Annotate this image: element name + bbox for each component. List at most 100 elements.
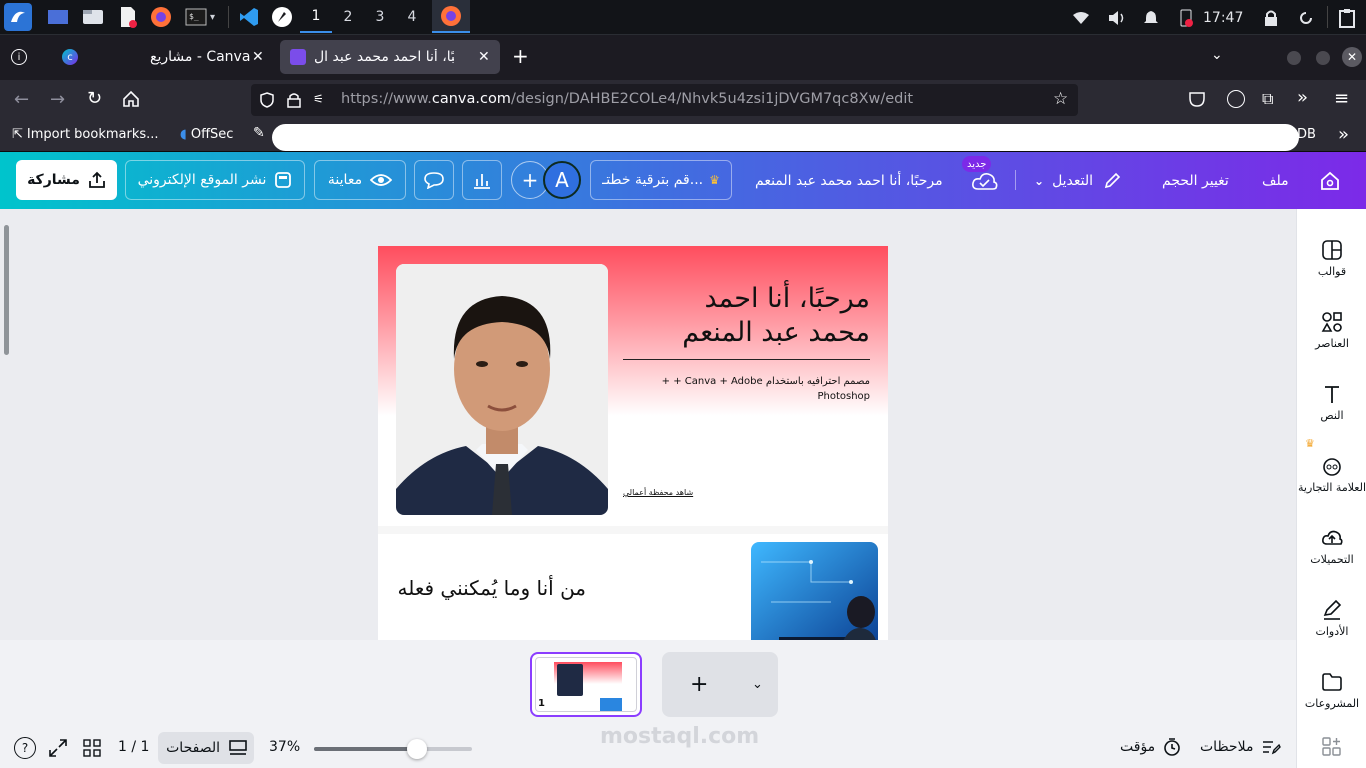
url-bar[interactable]: ⚟ https://www.canva.com/design/DAHBE2COL… <box>251 84 1078 116</box>
upgrade-plan-button[interactable]: قم بترقية خطتـ... ♛ <box>590 160 732 200</box>
side-item-text[interactable]: النص <box>1297 369 1366 435</box>
permissions-icon[interactable]: ⚟ <box>313 92 324 106</box>
account-icon[interactable] <box>1227 90 1245 108</box>
chevron-down-icon[interactable]: ▾ <box>210 12 215 23</box>
zoom-slider-thumb[interactable] <box>407 739 427 759</box>
clock[interactable]: 17:47 <box>1203 0 1243 35</box>
reload-icon[interactable]: ↻ <box>87 88 102 109</box>
forward-icon[interactable]: → <box>50 89 65 110</box>
bookmarks-bar: ⇱ Import bookmarks... ◖ OffSec ✎ DB » <box>0 120 1366 152</box>
chevron-down-icon[interactable]: ⌄ <box>752 677 763 692</box>
share-button[interactable]: مشاركة <box>16 160 117 200</box>
insights-button[interactable] <box>462 160 502 200</box>
divider <box>1327 6 1328 28</box>
zoom-percentage[interactable]: 37% <box>269 739 300 755</box>
more-tools-icon[interactable]: » <box>1297 87 1308 108</box>
cloud-saved-icon[interactable] <box>971 171 999 193</box>
pages-button[interactable]: الصفحات <box>158 732 254 764</box>
back-icon[interactable]: ← <box>14 89 29 110</box>
browser-compass-icon[interactable] <box>270 5 294 29</box>
tech-image[interactable] <box>751 542 878 640</box>
side-item-projects[interactable]: المشروعات <box>1297 657 1366 723</box>
workspace-2[interactable]: 2 <box>332 0 364 33</box>
profile-photo[interactable] <box>396 264 608 515</box>
vertical-scrollbar[interactable] <box>4 225 9 355</box>
file-manager-icon[interactable] <box>81 5 105 29</box>
minimize-button[interactable] <box>1287 51 1301 65</box>
terminal-icon[interactable]: $_ ▾ <box>178 5 222 29</box>
workspace-3[interactable]: 3 <box>364 0 396 33</box>
lock-icon[interactable] <box>1264 0 1280 35</box>
close-tab-icon[interactable]: ✕ <box>478 49 490 65</box>
preview-button[interactable]: معاينة <box>314 160 406 200</box>
text-editor-icon[interactable] <box>116 5 140 29</box>
home-icon[interactable] <box>122 90 140 108</box>
firefox-icon[interactable] <box>149 5 173 29</box>
text-icon <box>1325 385 1339 403</box>
workspace-1[interactable]: 1 <box>300 0 332 33</box>
close-window-button[interactable]: ✕ <box>1342 47 1362 67</box>
import-bookmarks-link[interactable]: ⇱ Import bookmarks... <box>12 127 159 142</box>
notification-bell-icon[interactable] <box>1143 0 1161 35</box>
publish-website-button[interactable]: نشر الموقع الإلكتروني <box>125 160 305 200</box>
battery-icon[interactable] <box>1178 0 1198 35</box>
side-item-tools[interactable]: الأدوات <box>1297 585 1366 651</box>
heading-line-1: مرحبًا، أنا احمد <box>704 283 870 314</box>
bookmark-star-icon[interactable]: ☆ <box>1053 89 1068 109</box>
firefox-window-button[interactable] <box>432 0 470 33</box>
pocket-icon[interactable] <box>1189 91 1205 107</box>
grid-view-icon[interactable] <box>83 739 101 757</box>
design-page[interactable]: مرحبًا، أنا احمد محمد عبد المنعم مصمم اح… <box>378 246 888 640</box>
comments-button[interactable] <box>414 160 454 200</box>
heading-underline <box>623 359 870 360</box>
close-tab-icon[interactable]: ✕ <box>252 49 264 65</box>
workspace-4[interactable]: 4 <box>396 0 428 33</box>
help-icon[interactable]: ? <box>14 737 36 759</box>
kali-bookmark-icon[interactable]: ✎ <box>253 125 265 141</box>
design-subtitle[interactable]: مصمم احترافيه باستخدام Canva + Adobe + +… <box>628 374 870 404</box>
fullscreen-icon[interactable] <box>48 738 68 758</box>
zoom-slider[interactable] <box>314 739 472 759</box>
side-item-templates[interactable]: قوالب <box>1297 225 1366 291</box>
share-upload-icon <box>89 171 105 188</box>
add-page-button[interactable]: + ⌄ <box>662 652 778 717</box>
clipboard-icon[interactable] <box>1339 0 1357 35</box>
maximize-button[interactable] <box>1316 51 1330 65</box>
tab-design[interactable]: مرحبًا، أنا احمد محمد عبد ال ✕ <box>280 40 500 74</box>
db-bookmark[interactable]: DB <box>1297 127 1316 142</box>
kali-menu-icon[interactable] <box>4 3 32 31</box>
portfolio-link[interactable]: شاهد محفظة أعمالي <box>623 488 693 497</box>
resize-button[interactable]: تغيير الحجم <box>1162 152 1229 209</box>
desktop-icon[interactable] <box>46 5 70 29</box>
tab-canva-projects[interactable]: c مشاريع - Canva ✕ <box>52 40 272 74</box>
new-tab-icon[interactable]: + <box>512 44 529 68</box>
volume-icon[interactable] <box>1107 0 1127 35</box>
lock-icon[interactable] <box>287 92 301 108</box>
home-icon[interactable] <box>1320 171 1340 191</box>
tracking-shield-icon[interactable] <box>259 92 275 108</box>
file-menu-button[interactable]: ملف <box>1262 152 1289 209</box>
design-heading[interactable]: مرحبًا، أنا احمد محمد عبد المنعم <box>623 282 870 350</box>
more-bookmarks-icon[interactable]: » <box>1338 124 1349 145</box>
vscode-icon[interactable] <box>237 5 261 29</box>
info-icon[interactable]: i <box>11 49 27 65</box>
avatar[interactable]: A <box>543 161 581 199</box>
browser-tab-bar: i c مشاريع - Canva ✕ مرحبًا، أنا احمد مح… <box>0 35 1366 80</box>
section-about-title[interactable]: من أنا وما يُمكنني فعله <box>396 576 586 600</box>
page-count[interactable]: 1 / 1 <box>118 739 149 755</box>
refresh-icon[interactable] <box>1298 0 1316 35</box>
side-item-elements[interactable]: العناصر <box>1297 297 1366 363</box>
hamburger-menu-icon[interactable]: ≡ <box>1334 88 1349 109</box>
side-item-brand[interactable]: ♛ العلامة التجارية <box>1297 437 1366 507</box>
magic-apps-icon[interactable] <box>1321 736 1343 758</box>
timer-button[interactable]: مؤقت <box>1120 738 1181 756</box>
side-item-uploads[interactable]: التحميلات <box>1297 513 1366 579</box>
wifi-icon[interactable] <box>1072 0 1092 35</box>
notes-button[interactable]: ملاحظات <box>1200 738 1282 756</box>
list-tabs-icon[interactable]: ⌄ <box>1211 47 1223 63</box>
offsec-bookmark[interactable]: ◖ OffSec <box>180 127 233 142</box>
design-title[interactable]: مرحبًا، أنا احمد محمد عبد المنعم <box>755 152 943 209</box>
extensions-icon[interactable]: ⧉ <box>1262 89 1273 109</box>
page-thumbnail[interactable]: 1 <box>530 652 642 717</box>
edit-mode-dropdown[interactable]: ⌄ التعديل <box>1034 152 1121 209</box>
